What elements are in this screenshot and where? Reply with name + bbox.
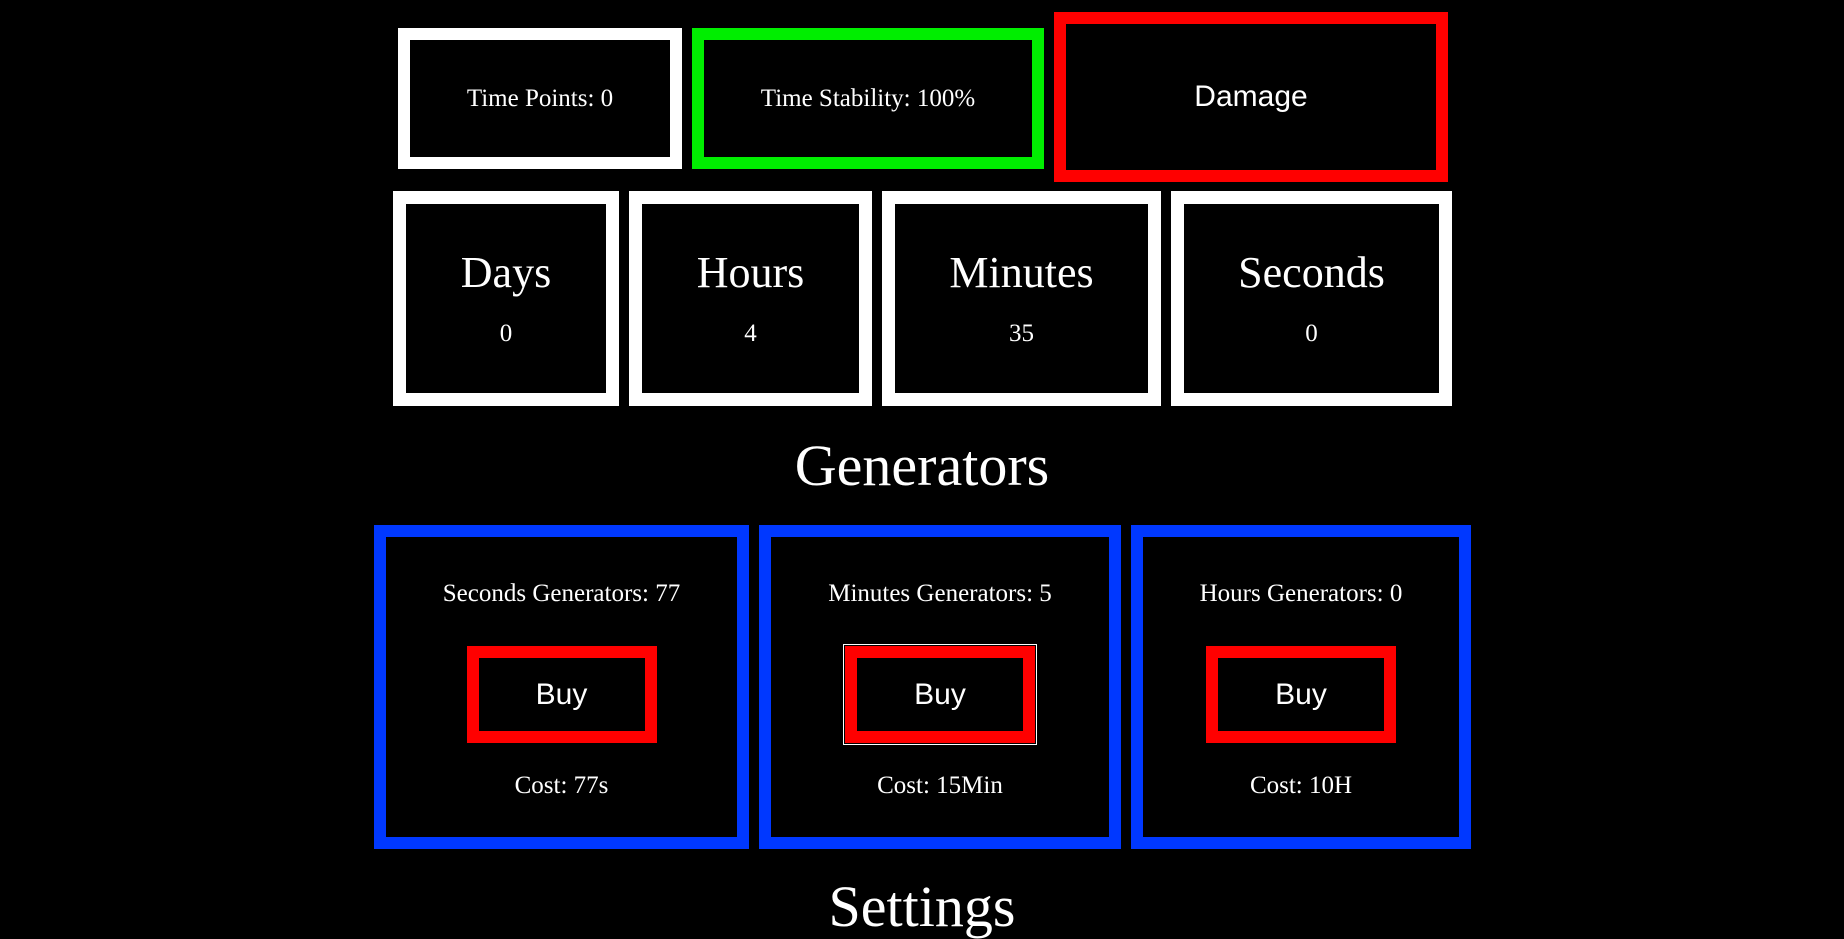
minutes-unit: Minutes 35: [882, 191, 1161, 406]
damage-button[interactable]: Damage: [1054, 12, 1448, 182]
generators-heading: Generators: [794, 433, 1050, 498]
time-stability-display: Time Stability: 100%: [692, 28, 1044, 169]
seconds-generator-count: Seconds Generators: 77: [442, 580, 681, 607]
seconds-label: Seconds: [1238, 248, 1385, 297]
seconds-generator-card: Seconds Generators: 77 Buy Cost: 77s: [374, 525, 749, 849]
minutes-label: Minutes: [949, 248, 1094, 297]
hours-unit: Hours 4: [629, 191, 872, 406]
settings-heading: Settings: [828, 874, 1016, 939]
minutes-generator-cost: Cost: 15Min: [877, 772, 1003, 799]
days-unit: Days 0: [393, 191, 619, 406]
hours-value: 4: [744, 320, 757, 347]
seconds-value: 0: [1305, 320, 1318, 347]
buy-hours-generator-button[interactable]: Buy: [1206, 646, 1396, 743]
time-points-display: Time Points: 0: [398, 28, 682, 169]
seconds-unit: Seconds 0: [1171, 191, 1452, 406]
time-points-text: Time Points: 0: [466, 84, 614, 112]
minutes-generator-card: Minutes Generators: 5 Buy Cost: 15Min: [759, 525, 1121, 849]
hours-generator-card: Hours Generators: 0 Buy Cost: 10H: [1131, 525, 1471, 849]
seconds-generator-cost: Cost: 77s: [514, 772, 609, 799]
buy-minutes-generator-button[interactable]: Buy: [843, 644, 1037, 745]
buy-seconds-generator-button[interactable]: Buy: [466, 646, 657, 743]
days-label: Days: [460, 248, 552, 297]
hours-label: Hours: [696, 248, 805, 297]
hours-generator-count: Hours Generators: 0: [1199, 580, 1403, 607]
hours-generator-cost: Cost: 10H: [1249, 772, 1353, 799]
minutes-value: 35: [1009, 320, 1034, 347]
days-value: 0: [499, 320, 513, 347]
time-stability-text: Time Stability: 100%: [760, 84, 976, 112]
minutes-generator-count: Minutes Generators: 5: [828, 580, 1052, 607]
